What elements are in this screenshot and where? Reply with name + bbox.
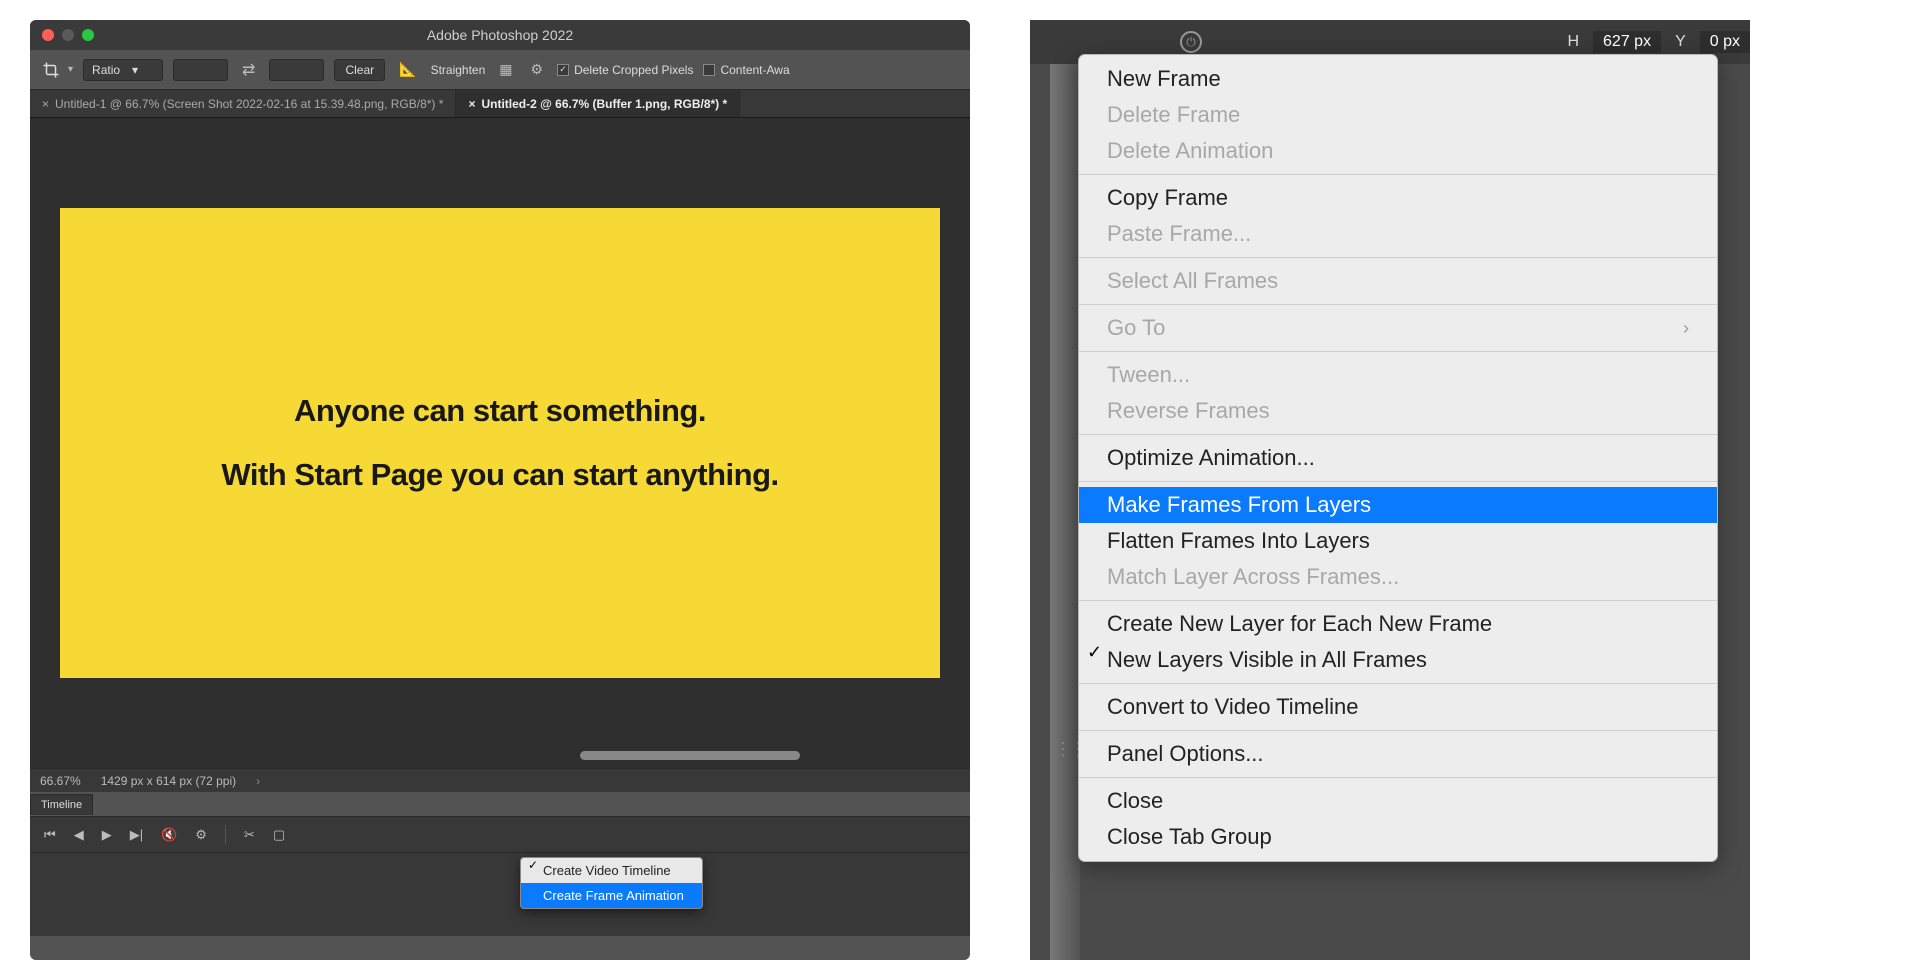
delete-cropped-checkbox[interactable]: ✓ Delete Cropped Pixels [557,63,693,77]
menu-flatten-frames[interactable]: Flatten Frames Into Layers [1079,523,1717,559]
menu-convert-video-timeline[interactable]: Convert to Video Timeline [1079,689,1717,725]
canvas-text-line1: Anyone can start something. [294,393,706,429]
horizontal-scrollbar[interactable] [580,751,800,760]
menu-delete-animation: Delete Animation [1079,133,1717,169]
mute-icon[interactable]: 🔇 [161,827,177,843]
y-label: Y [1675,33,1686,51]
document-tab[interactable]: × Untitled-1 @ 66.7% (Screen Shot 2022-0… [30,90,456,117]
canvas-area[interactable]: Anyone can start something. With Start P… [30,118,970,768]
timeline-create-popup: ✓ Create Video Timeline Create Frame Ani… [520,857,703,909]
maximize-window-button[interactable] [82,29,94,41]
menu-make-frames-from-layers[interactable]: Make Frames From Layers [1079,487,1717,523]
menu-go-to: Go To› [1079,310,1717,346]
canvas-text-line2: With Start Page you can start anything. [221,457,778,493]
menu-separator [1079,174,1717,175]
timeline-panel: ⏮ ◀ ▶ ▶| 🔇 ⚙ ✂ ▢ ✓ Create Video Timeline… [30,816,970,936]
status-bar: 66.67% 1429 px x 614 px (72 ppi) › [30,768,970,792]
ratio-select[interactable]: Ratio ▾ [83,59,163,81]
timeline-tab[interactable]: Timeline [30,794,93,815]
check-icon: ✓ [528,858,538,872]
y-value[interactable]: 0 px [1700,31,1750,53]
menu-optimize-animation[interactable]: Optimize Animation... [1079,440,1717,476]
scissors-icon[interactable]: ✂ [244,827,255,843]
menu-close[interactable]: Close [1079,783,1717,819]
minimize-window-button[interactable] [62,29,74,41]
close-icon[interactable]: × [42,97,49,111]
timeline-panel-header: Timeline [30,792,970,816]
popup-item[interactable]: Create Frame Animation [521,883,702,908]
checkbox-icon [703,64,715,76]
timeline-context-menu: New Frame Delete Frame Delete Animation … [1078,54,1718,862]
menu-separator [1079,600,1717,601]
menu-copy-frame[interactable]: Copy Frame [1079,180,1717,216]
chevron-right-icon: › [1683,318,1689,339]
zoom-level[interactable]: 66.67% [40,774,81,788]
traffic-lights [30,29,94,41]
menu-separator [1079,481,1717,482]
gear-icon[interactable]: ⚙ [527,61,548,78]
document-tab[interactable]: × Untitled-2 @ 66.7% (Buffer 1.png, RGB/… [456,90,740,117]
menu-separator [1079,304,1717,305]
menu-delete-frame: Delete Frame [1079,97,1717,133]
width-input[interactable] [173,59,228,81]
menu-separator [1079,434,1717,435]
tab-label: Untitled-1 @ 66.7% (Screen Shot 2022-02-… [55,97,443,111]
menu-panel-options[interactable]: Panel Options... [1079,736,1717,772]
play-icon[interactable]: ▶ [102,827,112,843]
menu-create-new-layer[interactable]: Create New Layer for Each New Frame [1079,606,1717,642]
panel-edge [1050,64,1080,960]
timeline-controls: ⏮ ◀ ▶ ▶| 🔇 ⚙ ✂ ▢ [30,817,970,853]
menu-tween: Tween... [1079,357,1717,393]
chevron-down-icon[interactable]: ▾ [68,64,73,75]
chevron-right-icon[interactable]: › [256,774,260,788]
popup-item-label: Create Frame Animation [521,883,702,908]
document-canvas[interactable]: Anyone can start something. With Start P… [60,208,940,678]
window-title: Adobe Photoshop 2022 [427,27,573,43]
photoshop-window-left: Adobe Photoshop 2022 ▾ Ratio ▾ ⇄ Clear 📐… [30,20,970,960]
popup-item[interactable]: ✓ Create Video Timeline [521,858,702,883]
swap-icon[interactable]: ⇄ [238,60,259,80]
photoshop-window-right: ⏻ H 627 px Y 0 px ⋮⋮⋮ New Frame Delete F… [1030,20,1750,960]
menu-separator [1079,257,1717,258]
clear-button[interactable]: Clear [334,59,385,81]
power-icon[interactable]: ⏻ [1180,31,1202,53]
menu-match-layer: Match Layer Across Frames... [1079,559,1717,595]
menu-new-frame[interactable]: New Frame [1079,61,1717,97]
tab-label: Untitled-2 @ 66.7% (Buffer 1.png, RGB/8*… [481,97,727,111]
gear-icon[interactable]: ⚙ [195,827,207,843]
close-window-button[interactable] [42,29,54,41]
document-tab-strip: × Untitled-1 @ 66.7% (Screen Shot 2022-0… [30,90,970,118]
transition-icon[interactable]: ▢ [273,827,285,843]
menu-separator [1079,351,1717,352]
ruler-icon[interactable]: 📐 [395,61,420,78]
crop-tool-icon[interactable] [40,59,62,81]
menu-separator [1079,730,1717,731]
check-icon: ✓ [1087,642,1102,663]
height-input[interactable] [269,59,324,81]
checkbox-checked-icon: ✓ [557,64,569,76]
titlebar: Adobe Photoshop 2022 [30,20,970,50]
menu-separator [1079,683,1717,684]
prev-frame-icon[interactable]: ◀ [74,827,84,843]
document-dimensions[interactable]: 1429 px x 614 px (72 ppi) [101,774,236,788]
height-label: H [1567,33,1579,51]
menu-paste-frame: Paste Frame... [1079,216,1717,252]
grid-icon[interactable]: ▦ [495,61,516,78]
divider [225,825,226,845]
height-value[interactable]: 627 px [1593,31,1661,53]
menu-close-tab-group[interactable]: Close Tab Group [1079,819,1717,855]
menu-reverse-frames: Reverse Frames [1079,393,1717,429]
close-icon[interactable]: × [468,97,475,111]
popup-item-label: Create Video Timeline [521,858,702,883]
options-bar: ▾ Ratio ▾ ⇄ Clear 📐 Straighten ▦ ⚙ ✓ Del… [30,50,970,90]
next-frame-icon[interactable]: ▶| [130,827,143,843]
content-aware-checkbox[interactable]: Content-Awa [703,63,789,77]
menu-select-all-frames: Select All Frames [1079,263,1717,299]
menu-separator [1079,777,1717,778]
menu-new-layers-visible[interactable]: ✓ New Layers Visible in All Frames [1079,642,1717,678]
panel-body: ⋮⋮⋮ New Frame Delete Frame Delete Animat… [1030,64,1750,960]
goto-start-icon[interactable]: ⏮ [44,827,56,843]
straighten-label[interactable]: Straighten [431,63,486,77]
